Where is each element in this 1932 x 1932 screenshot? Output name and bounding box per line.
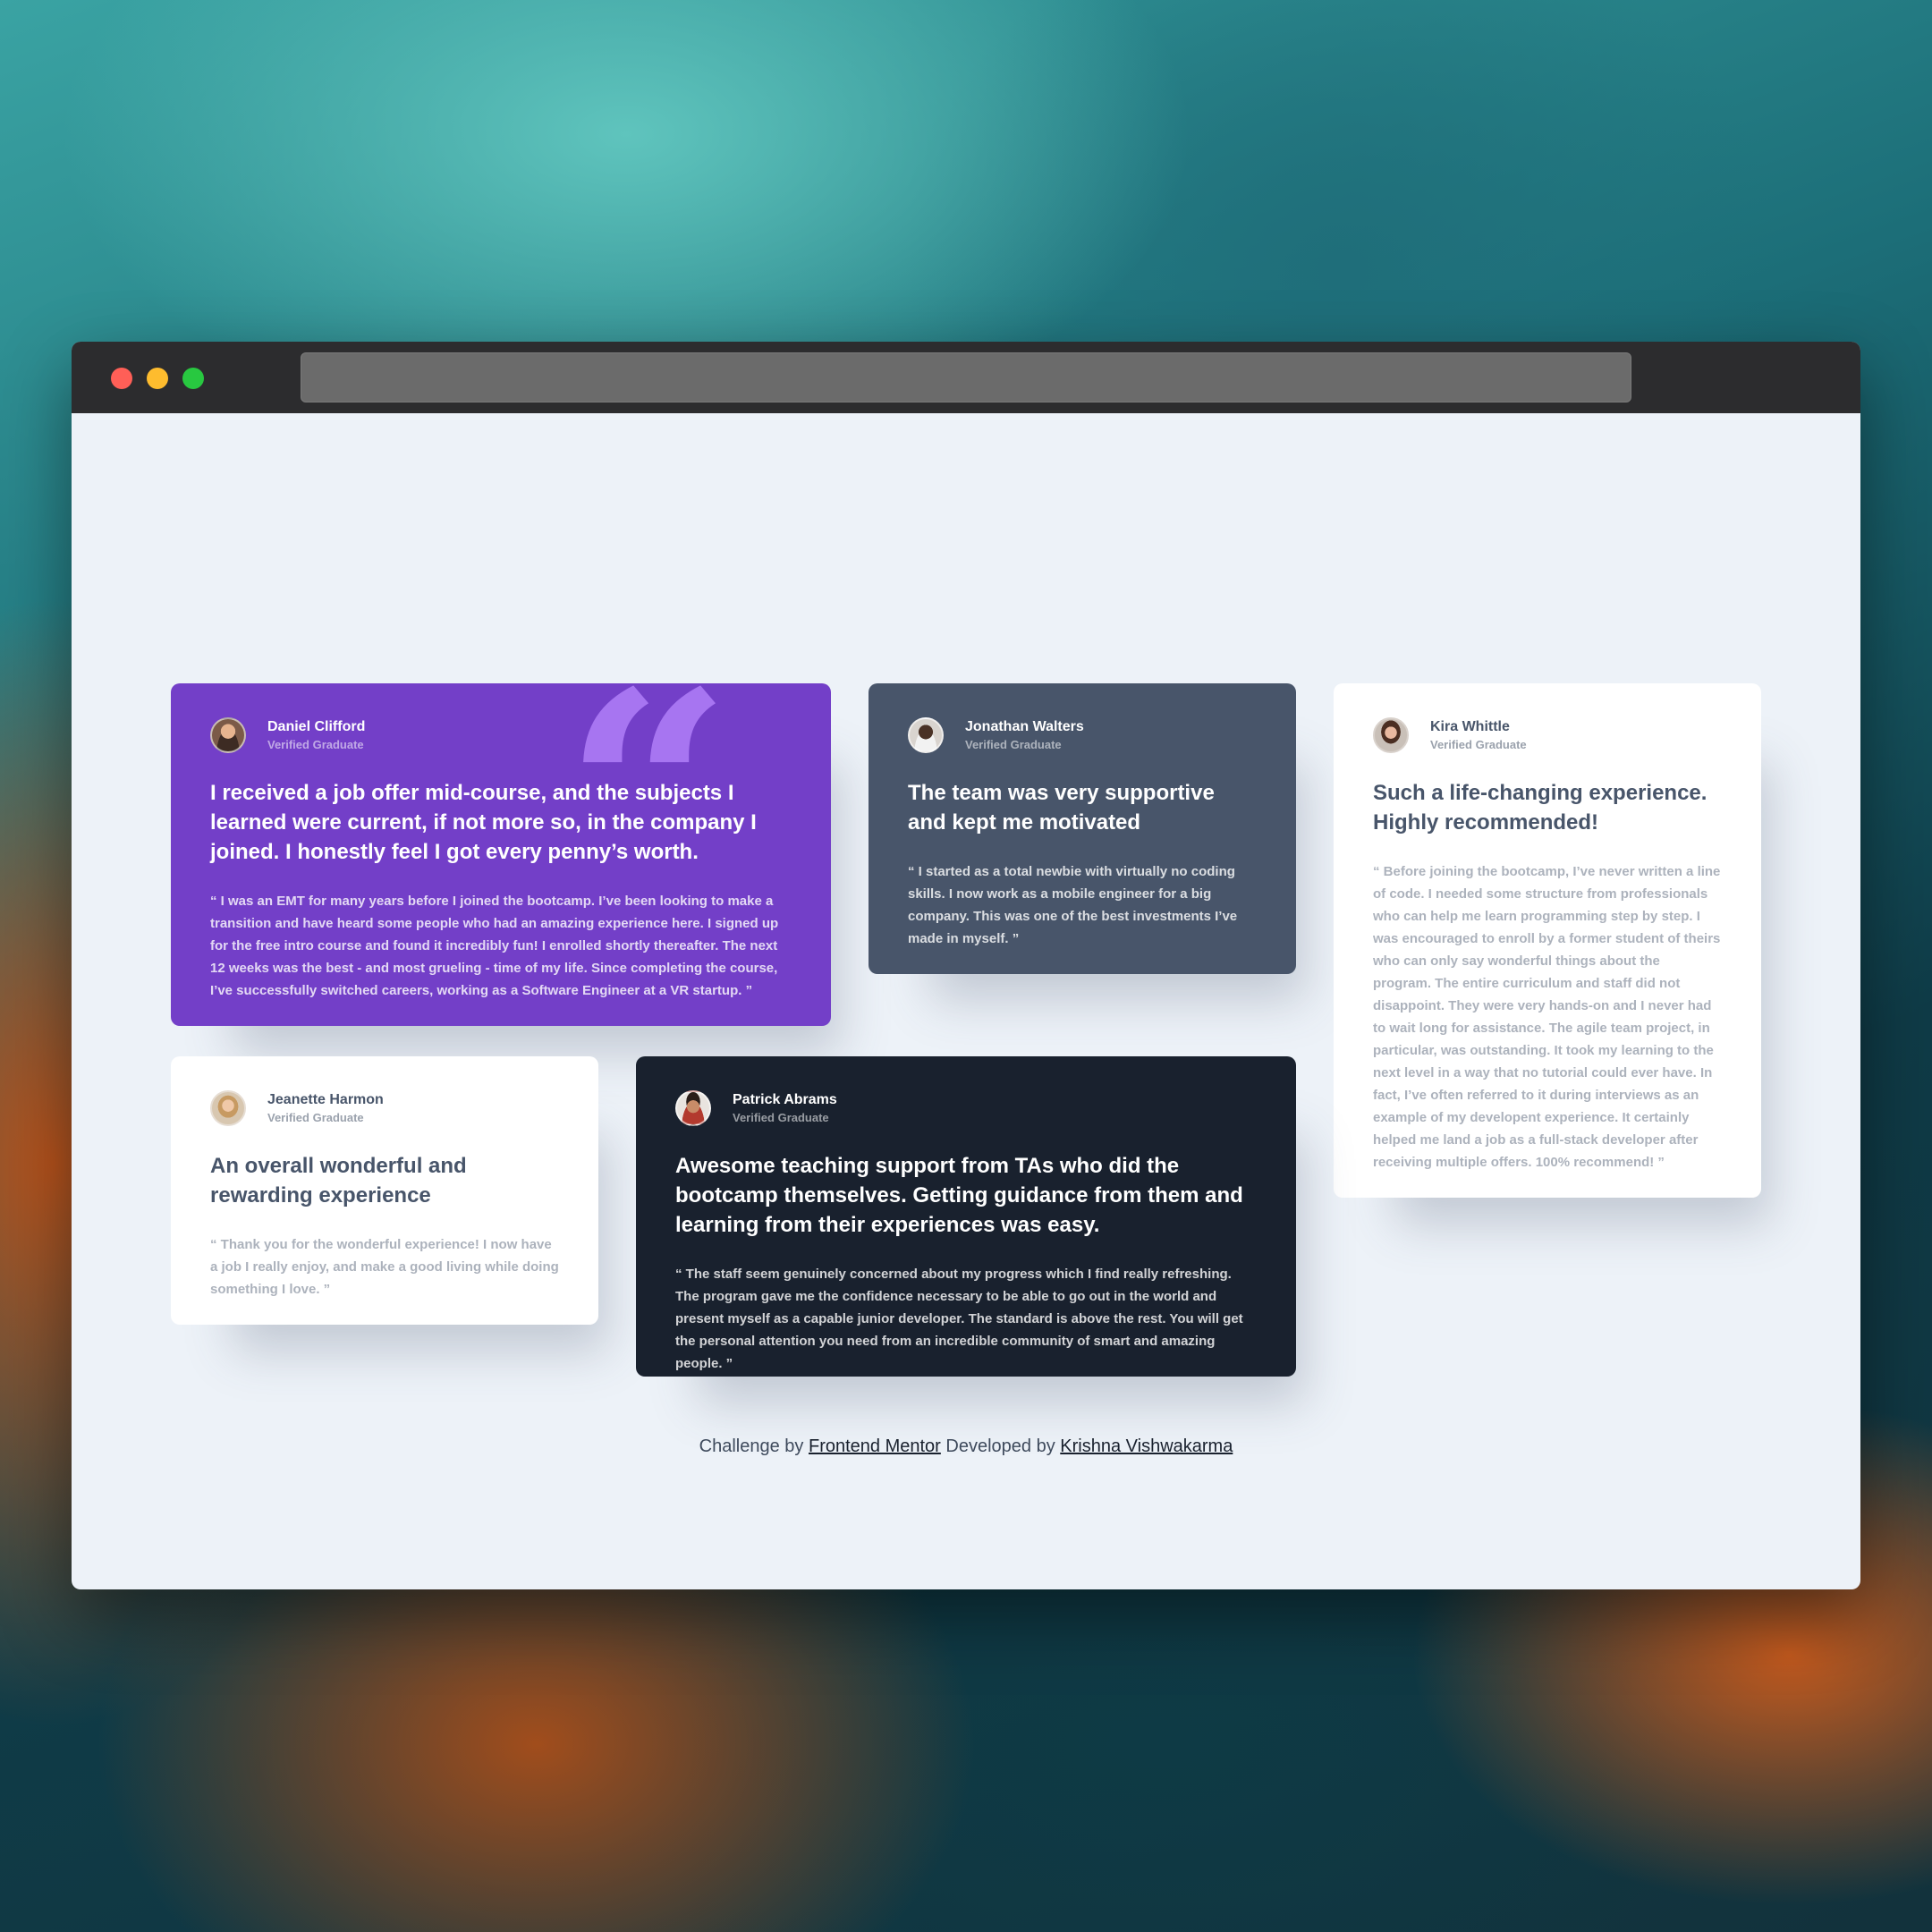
author-name: Kira Whittle	[1430, 719, 1510, 734]
challenge-prefix: Challenge by	[699, 1436, 804, 1456]
testimonial-headline: I received a job offer mid-course, and t…	[210, 781, 757, 864]
testimonial-card-jonathan: Jonathan Walters Verified Graduate The t…	[869, 683, 1296, 974]
author-role: Verified Graduate	[267, 738, 364, 751]
page-content: “ Daniel Clifford Verified Graduate I re…	[72, 413, 1860, 1589]
avatar	[675, 1090, 711, 1126]
author-role: Verified Graduate	[965, 738, 1062, 751]
avatar	[908, 717, 944, 753]
browser-titlebar	[72, 342, 1860, 413]
card-header: Patrick Abrams Verified Graduate	[675, 1090, 1257, 1126]
testimonial-quote: “ I started as a total newbie with virtu…	[908, 864, 1238, 946]
testimonial-card-daniel: “ Daniel Clifford Verified Graduate I re…	[171, 657, 831, 1026]
avatar	[210, 717, 246, 753]
avatar	[210, 1090, 246, 1126]
card-header: Jonathan Walters Verified Graduate	[908, 717, 1257, 753]
testimonial-quote: “ Thank you for the wonderful experience…	[210, 1237, 559, 1297]
maximize-window-button[interactable]	[182, 368, 204, 389]
avatar	[1373, 717, 1409, 753]
attribution-footer: Challenge by Frontend Mentor Developed b…	[72, 1436, 1860, 1457]
developer-link[interactable]: Krishna Vishwakarma	[1060, 1436, 1233, 1456]
author-name: Jeanette Harmon	[267, 1092, 384, 1107]
card-header: Daniel Clifford Verified Graduate	[210, 717, 792, 753]
developer-prefix: Developed by	[945, 1436, 1055, 1456]
author-role: Verified Graduate	[733, 1111, 829, 1124]
testimonial-quote: “ I was an EMT for many years before I j…	[210, 894, 779, 998]
frontend-mentor-link[interactable]: Frontend Mentor	[809, 1436, 941, 1456]
address-bar[interactable]	[301, 352, 1631, 402]
testimonial-headline: An overall wonderful and rewarding exper…	[210, 1154, 467, 1208]
testimonial-card-kira: Kira Whittle Verified Graduate Such a li…	[1334, 683, 1761, 1198]
testimonial-card-patrick: Patrick Abrams Verified Graduate Awesome…	[636, 1056, 1296, 1377]
card-header: Jeanette Harmon Verified Graduate	[210, 1090, 559, 1126]
browser-window: “ Daniel Clifford Verified Graduate I re…	[72, 342, 1860, 1589]
author-role: Verified Graduate	[267, 1111, 364, 1124]
testimonial-quote: “ Before joining the bootcamp, I’ve neve…	[1373, 864, 1721, 1170]
testimonial-quote: “ The staff seem genuinely concerned abo…	[675, 1267, 1243, 1371]
author-name: Jonathan Walters	[965, 719, 1084, 734]
author-name: Daniel Clifford	[267, 719, 366, 734]
testimonial-headline: The team was very supportive and kept me…	[908, 781, 1215, 835]
close-window-button[interactable]	[111, 368, 132, 389]
author-name: Patrick Abrams	[733, 1092, 837, 1107]
card-header: Kira Whittle Verified Graduate	[1373, 717, 1722, 753]
minimize-window-button[interactable]	[147, 368, 168, 389]
testimonial-card-jeanette: Jeanette Harmon Verified Graduate An ove…	[171, 1056, 598, 1325]
testimonial-headline: Such a life-changing experience. Highly …	[1373, 781, 1707, 835]
author-role: Verified Graduate	[1430, 738, 1527, 751]
testimonial-headline: Awesome teaching support from TAs who di…	[675, 1154, 1243, 1237]
